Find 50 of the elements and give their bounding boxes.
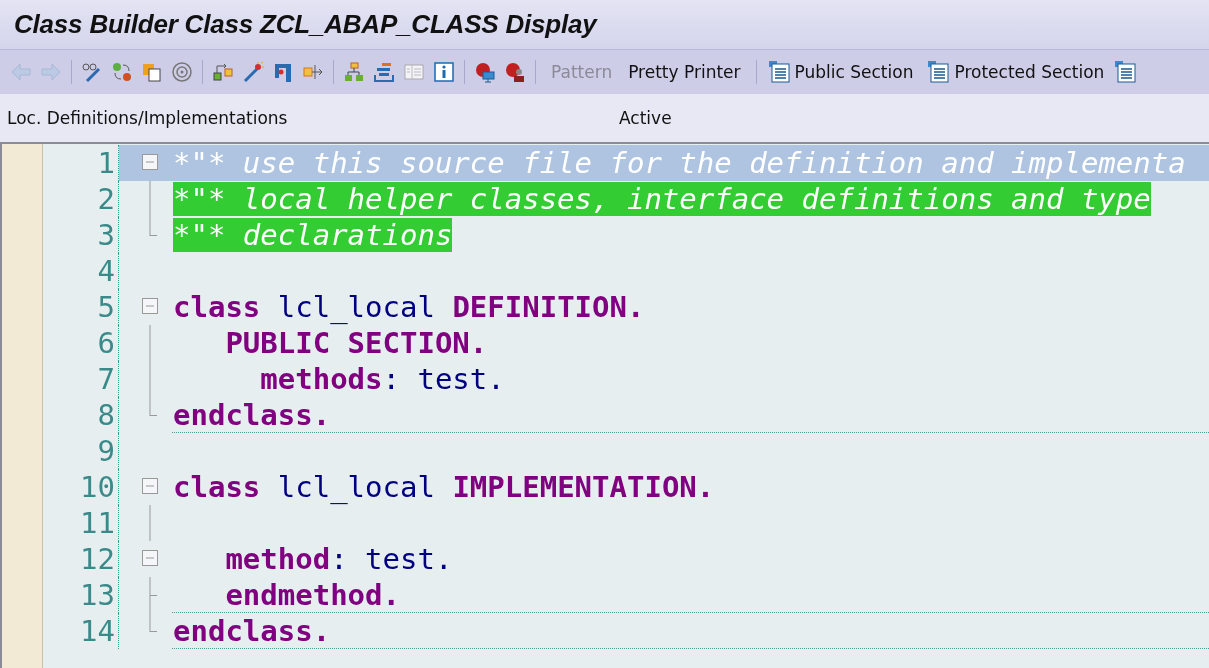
line-number: 4 [96,254,116,288]
stack-icon [373,61,395,83]
list-panel-icon [403,61,425,83]
code-comment: *"* local helper classes, interface definitions and type [173,181,1151,217]
code-comment: *"* declarations [173,217,453,253]
stop-monitor-icon [474,61,496,83]
fold-toggle-icon[interactable] [142,298,158,314]
document-icon [927,60,952,84]
line-number: 3 [96,218,116,252]
document-icon [1114,60,1139,84]
back-arrow-icon [10,61,32,83]
code-line: endclass. [173,613,331,649]
line-number: 1 [96,146,116,180]
section-button[interactable]: Public Section [763,60,924,84]
swap-circles-icon [111,61,133,83]
copy-document-icon [141,61,163,83]
line-number: 14 [79,614,116,648]
fold-toggle-icon[interactable] [142,550,158,566]
line-number: 6 [96,326,116,360]
line-number: 12 [79,542,116,576]
glasses-pencil-icon [81,61,103,83]
document-icon [767,60,792,84]
code-line: endmethod. [224,577,400,613]
forward-arrow-icon [40,61,62,83]
code-line: endclass. [173,397,331,433]
code-line: method: test. [224,541,453,577]
fold-toggle-icon[interactable] [142,154,158,170]
window-title: Class Builder Class ZCL_ABAP_CLASS Display [14,9,597,40]
code-comment: *"* use this source file for the definition and implementa [173,145,1186,181]
line-number: 8 [96,398,116,432]
line-number: 13 [79,578,116,612]
line-number: 5 [96,290,116,324]
section-label: Loc. Definitions/Implementations [6,108,289,128]
toolbar-button[interactable]: Pretty Printer [620,62,749,82]
line-number: 9 [96,434,116,468]
line-number: 2 [96,182,116,216]
line-number: 10 [79,470,116,504]
status-label: Active [619,108,672,128]
code-line: PUBLIC SECTION. [224,325,488,361]
code-line: class lcl_local DEFINITION. [173,289,645,325]
magic-wand-icon [242,61,264,83]
org-chart-icon [343,61,365,83]
fold-toggle-icon[interactable] [142,478,158,494]
info-icon [433,61,455,83]
code-line: class lcl_local IMPLEMENTATION. [173,469,715,505]
section-button[interactable]: Protected Section [923,60,1115,84]
hierarchy-arrow-icon [212,61,234,83]
line-number: 11 [79,506,116,540]
code-line: methods: test. [259,361,505,397]
line-number: 7 [96,362,116,396]
